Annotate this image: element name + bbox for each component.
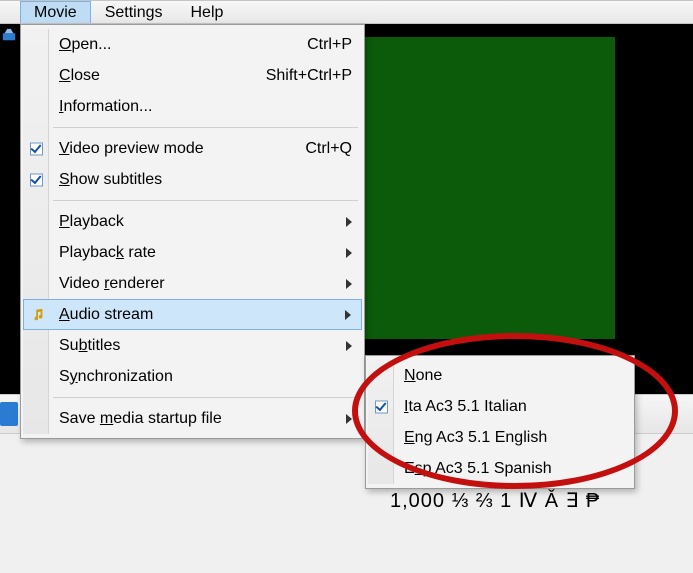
menu-subtitles[interactable]: Subtitles xyxy=(23,330,362,361)
menubar: Movie Settings Help xyxy=(0,0,693,24)
menu-synchronization[interactable]: Synchronization xyxy=(23,361,362,392)
menubar-movie[interactable]: Movie xyxy=(20,1,91,23)
menu-open[interactable]: Open... Ctrl+P xyxy=(23,29,362,60)
submenu-english[interactable]: Eng Ac3 5.1 English xyxy=(368,422,632,453)
submenu-arrow-icon xyxy=(345,310,351,320)
submenu-arrow-icon xyxy=(346,414,352,424)
submenu-none[interactable]: None xyxy=(368,360,632,391)
menu-playback-rate[interactable]: Playback rate xyxy=(23,237,362,268)
checkbox-icon xyxy=(30,142,43,155)
background-sample-text: 1,000 ⅓ ⅔ 1 Ⅳ Ǎ ∃ ₱ xyxy=(390,488,600,513)
checkbox-icon xyxy=(375,400,388,413)
menubar-settings[interactable]: Settings xyxy=(91,1,177,23)
menu-save-media-startup-file[interactable]: Save media startup file xyxy=(23,403,362,434)
submenu-arrow-icon xyxy=(346,341,352,351)
music-note-icon xyxy=(31,308,45,322)
menu-video-renderer[interactable]: Video renderer xyxy=(23,268,362,299)
menu-video-preview-mode[interactable]: Video preview mode Ctrl+Q xyxy=(23,133,362,164)
menu-playback[interactable]: Playback xyxy=(23,206,362,237)
menu-separator xyxy=(53,200,358,201)
submenu-spanish[interactable]: Esp Ac3 5.1 Spanish xyxy=(368,453,632,484)
menu-separator xyxy=(53,397,358,398)
movie-menu: Open... Ctrl+P Close Shift+Ctrl+P Inform… xyxy=(20,24,365,439)
menu-show-subtitles[interactable]: Show subtitles xyxy=(23,164,362,195)
menubar-help[interactable]: Help xyxy=(177,1,238,23)
menu-audio-stream[interactable]: Audio stream xyxy=(23,299,362,330)
submenu-italian[interactable]: Ita Ac3 5.1 Italian xyxy=(368,391,632,422)
checkbox-icon xyxy=(30,173,43,186)
submenu-arrow-icon xyxy=(346,248,352,258)
play-button[interactable] xyxy=(0,402,18,426)
submenu-arrow-icon xyxy=(346,217,352,227)
submenu-arrow-icon xyxy=(346,279,352,289)
menu-close[interactable]: Close Shift+Ctrl+P xyxy=(23,60,362,91)
audio-stream-submenu: None Ita Ac3 5.1 Italian Eng Ac3 5.1 Eng… xyxy=(365,355,635,489)
menu-information[interactable]: Information... xyxy=(23,91,362,122)
app-icon xyxy=(2,28,16,42)
menu-separator xyxy=(53,127,358,128)
